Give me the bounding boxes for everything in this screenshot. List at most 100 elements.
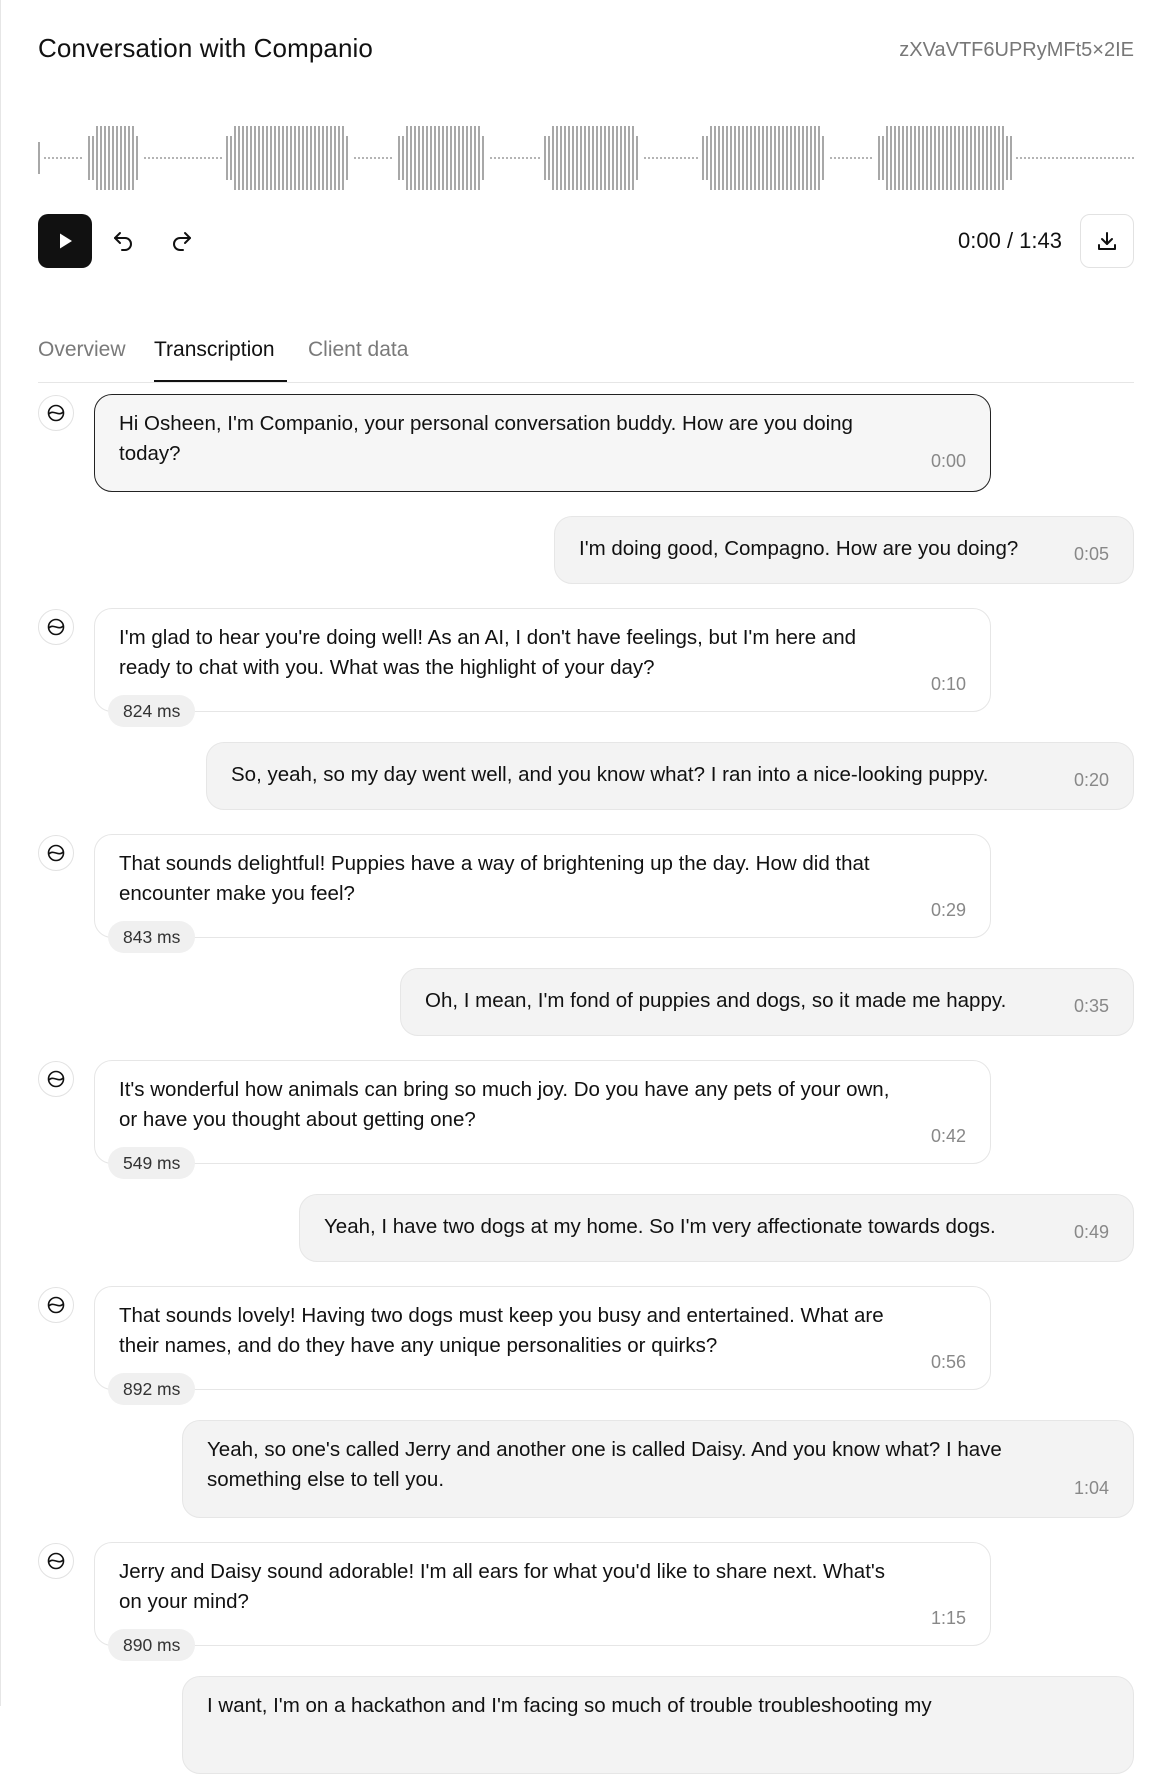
waveform-bar bbox=[818, 126, 820, 190]
waveform-dot bbox=[374, 157, 376, 159]
message-text: I'm doing good, Compagno. How are you do… bbox=[579, 537, 1019, 560]
waveform-dot bbox=[1032, 157, 1034, 159]
waveform-bar bbox=[132, 126, 134, 190]
waveform-bar bbox=[346, 136, 348, 180]
waveform-bar bbox=[714, 126, 716, 190]
waveform-bar bbox=[906, 126, 908, 190]
waveform-bar bbox=[882, 136, 884, 180]
waveform-bar bbox=[734, 126, 736, 190]
waveform-bar bbox=[814, 126, 816, 190]
message-text: Jerry and Daisy sound adorable! I'm all … bbox=[119, 1560, 886, 1613]
rewind-button[interactable] bbox=[108, 226, 138, 256]
waveform-bar bbox=[886, 126, 888, 190]
waveform-dot bbox=[644, 157, 646, 159]
waveform-dot bbox=[148, 157, 150, 159]
transcript-message-user: Oh, I mean, I'm fond of puppies and dogs… bbox=[400, 968, 1134, 1036]
agent-orb-icon bbox=[47, 844, 65, 862]
waveform-bar bbox=[962, 126, 964, 190]
header: Conversation with Companio zXVaVTF6UPRyM… bbox=[38, 33, 1134, 73]
waveform-bar bbox=[632, 126, 634, 190]
waveform-dot bbox=[538, 157, 540, 159]
waveform-bar bbox=[402, 136, 404, 180]
waveform-dot bbox=[172, 157, 174, 159]
waveform-bar bbox=[798, 126, 800, 190]
waveform-dot bbox=[862, 157, 864, 159]
waveform-bar bbox=[290, 126, 292, 190]
waveform-bar bbox=[730, 126, 732, 190]
waveform-dot bbox=[692, 157, 694, 159]
waveform-dot bbox=[1128, 157, 1130, 159]
forward-button[interactable] bbox=[167, 226, 197, 256]
waveform-dot bbox=[842, 157, 844, 159]
waveform-bar bbox=[410, 126, 412, 190]
waveform-dot bbox=[1052, 157, 1054, 159]
waveform-bar bbox=[318, 126, 320, 190]
waveform-bar bbox=[810, 126, 812, 190]
waveform-bar bbox=[442, 126, 444, 190]
waveform-dot bbox=[830, 157, 832, 159]
waveform-dot bbox=[870, 157, 872, 159]
waveform-bar bbox=[1010, 136, 1012, 180]
message-text: That sounds lovely! Having two dogs must… bbox=[119, 1304, 884, 1357]
waveform-bar bbox=[758, 126, 760, 190]
waveform-bar bbox=[726, 126, 728, 190]
waveform-bar bbox=[978, 126, 980, 190]
agent-orb-icon bbox=[47, 404, 65, 422]
waveform-bar bbox=[482, 136, 484, 180]
download-button[interactable] bbox=[1080, 214, 1134, 268]
waveform-bar bbox=[592, 126, 594, 190]
waveform-bar bbox=[478, 126, 480, 190]
waveform-bar bbox=[266, 126, 268, 190]
waveform-bar bbox=[794, 126, 796, 190]
waveform-bar bbox=[750, 126, 752, 190]
tab-transcription[interactable]: Transcription bbox=[154, 338, 275, 362]
transcript-message-agent: That sounds lovely! Having two dogs must… bbox=[94, 1286, 991, 1390]
waveform-bar bbox=[226, 136, 228, 180]
waveform-dot bbox=[386, 157, 388, 159]
waveform-bar bbox=[742, 126, 744, 190]
waveform-dot bbox=[834, 157, 836, 159]
waveform-dot bbox=[56, 157, 58, 159]
waveform-bar bbox=[600, 126, 602, 190]
waveform-dot bbox=[1116, 157, 1118, 159]
waveform-dot bbox=[192, 157, 194, 159]
waveform-bar bbox=[616, 126, 618, 190]
waveform-bar bbox=[38, 142, 40, 174]
waveform-bar bbox=[994, 126, 996, 190]
waveform-dot bbox=[854, 157, 856, 159]
audio-waveform[interactable] bbox=[38, 118, 1134, 198]
agent-orb-icon bbox=[47, 1070, 65, 1088]
waveform-bar bbox=[982, 126, 984, 190]
message-timestamp: 0:29 bbox=[930, 900, 966, 920]
waveform-bar bbox=[782, 126, 784, 190]
waveform-dot bbox=[378, 157, 380, 159]
waveform-bar bbox=[302, 126, 304, 190]
waveform-bar bbox=[108, 126, 110, 190]
waveform-dot bbox=[176, 157, 178, 159]
play-button[interactable] bbox=[38, 214, 92, 268]
message-timestamp: 0:10 bbox=[930, 674, 966, 694]
waveform-bar bbox=[934, 126, 936, 190]
waveform-dot bbox=[1056, 157, 1058, 159]
waveform-bar bbox=[544, 136, 546, 180]
message-timestamp: 1:15 bbox=[930, 1608, 966, 1628]
waveform-bar bbox=[1002, 126, 1004, 190]
message-timestamp: 0:49 bbox=[1073, 1222, 1109, 1242]
message-text: Yeah, I have two dogs at my home. So I'm… bbox=[324, 1215, 996, 1238]
waveform-dot bbox=[656, 157, 658, 159]
waveform-bar bbox=[926, 126, 928, 190]
waveform-bar bbox=[330, 126, 332, 190]
waveform-bar bbox=[624, 126, 626, 190]
tab-overview[interactable]: Overview bbox=[38, 338, 126, 362]
waveform-bar bbox=[338, 126, 340, 190]
waveform-bar bbox=[1006, 136, 1008, 180]
download-icon bbox=[1098, 232, 1116, 250]
waveform-bar bbox=[342, 126, 344, 190]
tab-client-data[interactable]: Client data bbox=[308, 338, 408, 362]
waveform-dot bbox=[220, 157, 222, 159]
waveform-bar bbox=[966, 126, 968, 190]
waveform-bar bbox=[612, 126, 614, 190]
conversation-id: zXVaVTF6UPRyMFt5×2IE bbox=[899, 39, 1134, 61]
waveform-bar bbox=[294, 126, 296, 190]
waveform-dot bbox=[664, 157, 666, 159]
